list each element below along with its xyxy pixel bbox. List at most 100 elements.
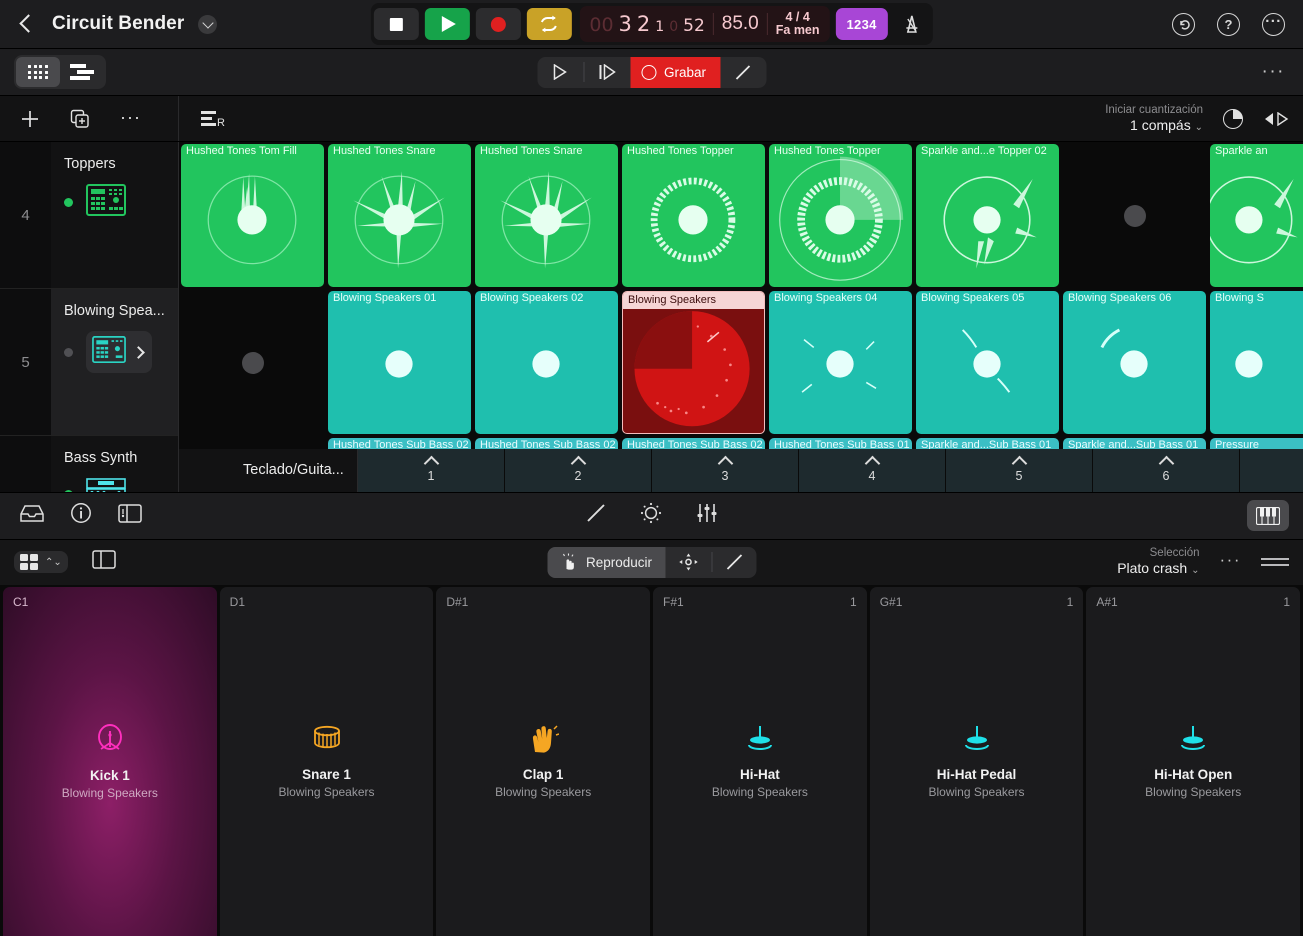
- count-in-button[interactable]: 1234: [835, 8, 888, 40]
- more-icon[interactable]: ···: [120, 108, 141, 126]
- track-header-partial[interactable]: Teclado/Guita...: [179, 448, 358, 492]
- more-icon[interactable]: ···: [1220, 551, 1241, 568]
- drum-pad[interactable]: A#1 1 Hi-Hat Open Blowing Speakers: [1086, 586, 1301, 936]
- synth-keys-icon[interactable]: [86, 478, 126, 492]
- play-button[interactable]: [424, 8, 470, 40]
- move-button[interactable]: [665, 547, 711, 578]
- clip[interactable]: Blowing Speakers 04: [769, 291, 912, 434]
- scene-trigger[interactable]: 3: [652, 448, 799, 492]
- drum-pad[interactable]: D1 Snare 1 Blowing Speakers: [219, 586, 434, 936]
- clip-cell[interactable]: Hushed Tones Topper: [767, 142, 914, 289]
- clip-cell[interactable]: Blowing Speakers: [620, 289, 767, 436]
- record-toolbar-group: Grabar: [536, 56, 767, 88]
- grid-view-icon[interactable]: [16, 57, 60, 87]
- drag-handle-icon[interactable]: [1261, 558, 1289, 566]
- drum-pad[interactable]: G#1 1 Hi-Hat Pedal Blowing Speakers: [869, 586, 1084, 936]
- track-header[interactable]: 4 Toppers: [0, 142, 178, 289]
- clip[interactable]: Hushed Tones Topper: [769, 144, 912, 287]
- record-button[interactable]: [475, 8, 521, 40]
- quantize-setting[interactable]: Iniciar cuantización 1 compás ⌄: [1105, 103, 1203, 135]
- clip[interactable]: Blowing S: [1210, 291, 1303, 434]
- pencil-icon[interactable]: [586, 503, 606, 528]
- scene-trigger[interactable]: 4: [799, 448, 946, 492]
- clip[interactable]: Hushed Tones Tom Fill: [181, 144, 324, 287]
- clip-cell[interactable]: Blowing S: [1208, 289, 1303, 436]
- clip-cell[interactable]: Hushed Tones Topper: [620, 142, 767, 289]
- record-button[interactable]: Grabar: [629, 56, 721, 88]
- pencil-button[interactable]: [712, 547, 756, 578]
- mixer-faders-icon[interactable]: [696, 503, 718, 528]
- add-duplicate-icon[interactable]: [70, 109, 90, 129]
- clip[interactable]: Blowing Speakers 05: [916, 291, 1059, 434]
- quantize-pie-icon[interactable]: [1223, 108, 1243, 129]
- panel-toggle-icon[interactable]: [92, 550, 116, 574]
- clip[interactable]: Blowing Speakers 01: [328, 291, 471, 434]
- clip-waveform: [475, 144, 618, 287]
- drum-pad[interactable]: D#1 Clap 1 Blowing Speakers: [436, 586, 651, 936]
- clip[interactable]: Blowing Speakers 02: [475, 291, 618, 434]
- clip[interactable]: Sparkle an: [1210, 144, 1303, 287]
- piano-keyboard-icon[interactable]: [1247, 500, 1289, 531]
- track-header[interactable]: 23 Bass Synth: [0, 436, 178, 492]
- clip[interactable]: Sparkle and...e Topper 02: [916, 144, 1059, 287]
- drum-pad[interactable]: C1 Kick 1 Blowing Speakers: [3, 586, 217, 936]
- scene-trigger[interactable]: 1: [358, 448, 505, 492]
- back-chevron-icon[interactable]: [16, 13, 38, 35]
- instrument-pill[interactable]: [86, 331, 152, 373]
- clip-cell[interactable]: [179, 289, 326, 436]
- clip-cell[interactable]: Sparkle and...e Topper 02: [914, 142, 1061, 289]
- drum-machine-icon[interactable]: [86, 184, 126, 221]
- fx-brightness-icon[interactable]: [640, 502, 662, 529]
- play-mode-button[interactable]: Reproducir: [546, 546, 666, 578]
- clip-cell[interactable]: Blowing Speakers 02: [473, 289, 620, 436]
- scene-trigger[interactable]: 5: [946, 448, 1093, 492]
- track-header[interactable]: 5 Blowing Spea...: [0, 289, 178, 436]
- scene-trigger[interactable]: 7: [1240, 448, 1303, 492]
- pencil-icon[interactable]: [720, 57, 766, 88]
- play-icon[interactable]: [537, 57, 583, 88]
- selection-info[interactable]: Selección Plato crash ⌄: [1117, 546, 1199, 578]
- clip-cell[interactable]: Hushed Tones Snare: [326, 142, 473, 289]
- rows-r-icon[interactable]: R: [201, 110, 227, 128]
- tracks-view-icon[interactable]: [60, 57, 104, 87]
- empty-slot[interactable]: [181, 291, 324, 434]
- clip[interactable]: Hushed Tones Snare: [328, 144, 471, 287]
- more-icon[interactable]: ···: [1262, 12, 1285, 36]
- clip-recording[interactable]: Blowing Speakers: [622, 291, 765, 434]
- clip-cell[interactable]: Hushed Tones Snare: [473, 142, 620, 289]
- lcd-divider-2: [766, 13, 768, 35]
- pad-name: Snare 1: [302, 766, 351, 782]
- cell-grid-icon[interactable]: ⌃⌄: [14, 551, 68, 573]
- track-enable-led[interactable]: [64, 347, 73, 357]
- scene-trigger[interactable]: 2: [505, 448, 652, 492]
- clip-cell[interactable]: Blowing Speakers 05: [914, 289, 1061, 436]
- scene-trigger[interactable]: 6: [1093, 448, 1240, 492]
- clip-cell[interactable]: Blowing Speakers 01: [326, 289, 473, 436]
- metronome-icon[interactable]: [894, 8, 930, 40]
- clip-cell[interactable]: Blowing Speakers 06: [1061, 289, 1208, 436]
- clip-cell[interactable]: Blowing Speakers 04: [767, 289, 914, 436]
- library-icon[interactable]: [20, 503, 44, 528]
- chevron-down-icon[interactable]: [198, 14, 218, 34]
- drum-pad[interactable]: F#1 1 Hi-Hat Blowing Speakers: [653, 586, 867, 936]
- panel-toggle-icon[interactable]: [118, 503, 142, 528]
- cycle-button[interactable]: [526, 8, 572, 40]
- help-icon[interactable]: ?: [1217, 12, 1240, 36]
- stop-button[interactable]: [373, 8, 419, 40]
- playhead-follow-icon[interactable]: [1263, 111, 1289, 126]
- clip[interactable]: Hushed Tones Snare: [475, 144, 618, 287]
- plus-icon[interactable]: [20, 109, 40, 129]
- clip[interactable]: Hushed Tones Topper: [622, 144, 765, 287]
- toolbar-more-icon[interactable]: ···: [1262, 61, 1303, 83]
- clip-cell[interactable]: Hushed Tones Tom Fill: [179, 142, 326, 289]
- info-icon[interactable]: [70, 502, 92, 529]
- play-from-start-icon[interactable]: [584, 57, 630, 88]
- track-enable-led[interactable]: [64, 198, 73, 207]
- lcd-display[interactable]: 00 3 2 1 0 52 85.0 4 / 4 Fa men: [579, 6, 830, 42]
- clip[interactable]: Blowing Speakers 06: [1063, 291, 1206, 434]
- clip-cell[interactable]: Sparkle an: [1208, 142, 1303, 289]
- clip-cell[interactable]: [1061, 142, 1208, 289]
- grid-header-right: Iniciar cuantización 1 compás ⌄: [1105, 103, 1303, 135]
- undo-icon[interactable]: [1172, 12, 1195, 36]
- empty-slot[interactable]: [1063, 144, 1206, 287]
